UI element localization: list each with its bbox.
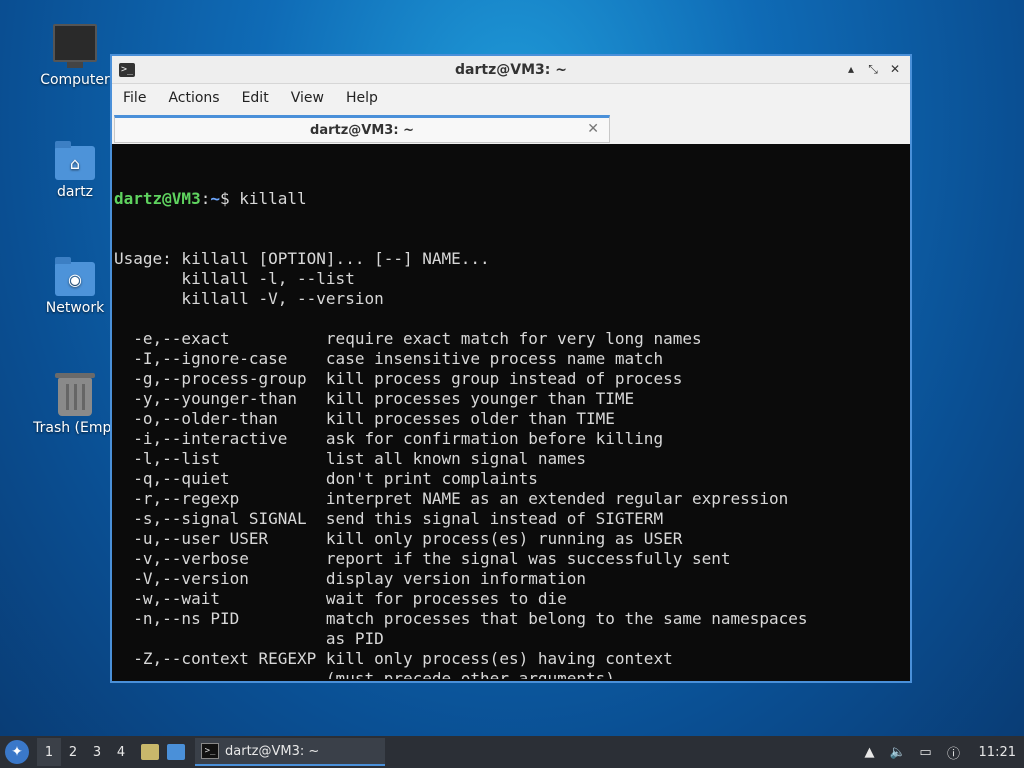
volume-icon[interactable]: 🔈 bbox=[889, 744, 907, 760]
taskbar: ✦ 1 2 3 4 >_ dartz@VM3: ~ ▲ 🔈 ▭ ⓘ 11:21 bbox=[0, 736, 1024, 768]
output-line: -V,--version display version information bbox=[114, 569, 587, 588]
tab-close-icon[interactable]: ✕ bbox=[587, 121, 599, 137]
menu-view[interactable]: View bbox=[280, 90, 335, 106]
workspace-3[interactable]: 3 bbox=[85, 738, 109, 766]
output-line: -l,--list list all known signal names bbox=[114, 449, 587, 468]
file-manager-icon[interactable] bbox=[141, 744, 159, 760]
updates-icon[interactable]: ▲ bbox=[861, 744, 879, 760]
output-line: -s,--signal SIGNAL send this signal inst… bbox=[114, 509, 664, 528]
workspace-4[interactable]: 4 bbox=[109, 738, 133, 766]
trash-icon bbox=[55, 373, 95, 416]
network-icon[interactable]: ▭ bbox=[917, 744, 935, 760]
output-line: -Z,--context REGEXP kill only process(es… bbox=[114, 649, 673, 668]
output-line: killall -l, --list bbox=[114, 269, 355, 288]
output-line: -r,--regexp interpret NAME as an extende… bbox=[114, 489, 789, 508]
prompt-user: dartz@VM3 bbox=[114, 189, 201, 208]
output-line: -u,--user USER kill only process(es) run… bbox=[114, 529, 683, 548]
command-text: killall bbox=[239, 189, 307, 208]
menu-file[interactable]: File bbox=[112, 90, 157, 106]
output-line: -n,--ns PID match processes that belong … bbox=[114, 609, 808, 628]
workspace-2[interactable]: 2 bbox=[61, 738, 85, 766]
output-line: -v,--verbose report if the signal was su… bbox=[114, 549, 731, 568]
tab-terminal[interactable]: dartz@VM3: ~ ✕ bbox=[114, 115, 610, 143]
output-line: -q,--quiet don't print complaints bbox=[114, 469, 538, 488]
computer-icon bbox=[53, 24, 97, 68]
window-titlebar[interactable]: >_ dartz@VM3: ~ ▴ ⤡ ✕ bbox=[112, 56, 910, 84]
output-line: -i,--interactive ask for confirmation be… bbox=[114, 429, 664, 448]
menu-help[interactable]: Help bbox=[335, 90, 389, 106]
terminal-icon: >_ bbox=[201, 743, 219, 759]
prompt-path: ~ bbox=[210, 189, 220, 208]
terminal-window[interactable]: >_ dartz@VM3: ~ ▴ ⤡ ✕ File Actions Edit … bbox=[110, 54, 912, 683]
terminal-icon[interactable]: >_ bbox=[119, 62, 135, 77]
taskbar-task-terminal[interactable]: >_ dartz@VM3: ~ bbox=[195, 738, 385, 766]
command-line: dartz@VM3:~$ killall bbox=[114, 189, 908, 209]
workspace-1[interactable]: 1 bbox=[37, 738, 61, 766]
minimize-icon[interactable]: ▴ bbox=[844, 62, 858, 77]
prompt-symbol: $ bbox=[219, 189, 240, 208]
close-icon[interactable]: ✕ bbox=[888, 62, 902, 77]
output-line: -e,--exact require exact match for very … bbox=[114, 329, 702, 348]
output-line: Usage: killall [OPTION]... [--] NAME... bbox=[114, 249, 490, 268]
output-line: -g,--process-group kill process group in… bbox=[114, 369, 683, 388]
prompt-colon: : bbox=[200, 189, 211, 208]
tab-label: dartz@VM3: ~ bbox=[310, 122, 414, 138]
output-line: -w,--wait wait for processes to die bbox=[114, 589, 567, 608]
system-tray: ▲ 🔈 ▭ ⓘ 11:21 bbox=[861, 744, 1016, 762]
output-line: killall -V, --version bbox=[114, 289, 384, 308]
show-desktop-icon[interactable] bbox=[167, 744, 185, 760]
maximize-icon[interactable]: ⤡ bbox=[866, 62, 880, 77]
menubar: File Actions Edit View Help bbox=[112, 84, 910, 112]
home-folder-icon: ⌂ bbox=[55, 141, 95, 180]
window-title: dartz@VM3: ~ bbox=[455, 61, 567, 78]
start-menu-icon[interactable]: ✦ bbox=[5, 740, 29, 764]
output-line: -I,--ignore-case case insensitive proces… bbox=[114, 349, 664, 368]
tab-bar: dartz@VM3: ~ ✕ bbox=[112, 112, 910, 144]
notification-icon[interactable]: ⓘ bbox=[945, 744, 963, 762]
menu-actions[interactable]: Actions bbox=[157, 90, 230, 106]
output-line: -o,--older-than kill processes older tha… bbox=[114, 409, 615, 428]
terminal-output[interactable]: dartz@VM3:~$ killall Usage: killall [OPT… bbox=[114, 146, 908, 679]
output-line: as PID bbox=[114, 629, 384, 648]
task-label: dartz@VM3: ~ bbox=[225, 743, 320, 759]
output-line: -y,--younger-than kill processes younger… bbox=[114, 389, 635, 408]
network-folder-icon: ◉ bbox=[55, 257, 95, 296]
output-line: (must precede other arguments) bbox=[114, 669, 615, 679]
menu-edit[interactable]: Edit bbox=[231, 90, 280, 106]
clock[interactable]: 11:21 bbox=[979, 745, 1016, 760]
